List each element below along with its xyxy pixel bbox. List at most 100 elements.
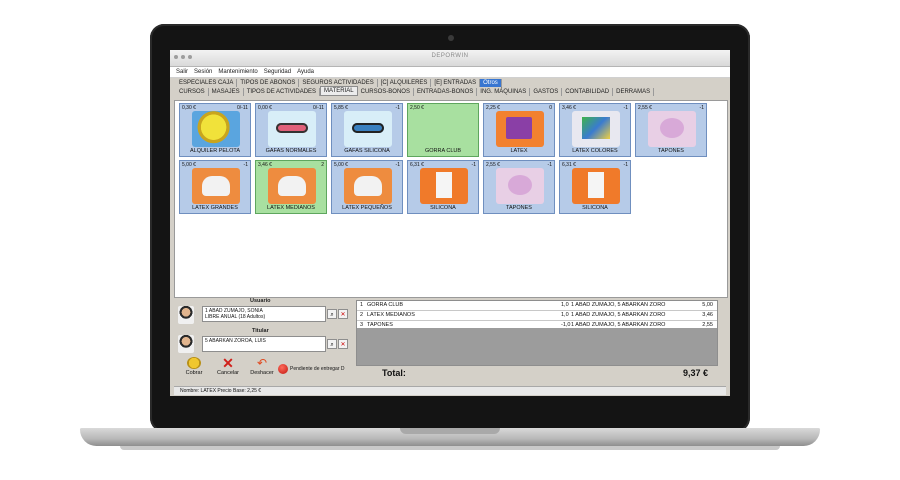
tab-item[interactable]: ESPECIALES CAJA — [176, 79, 238, 87]
product-grid: 0,30 €0/-11 ALQUILER PELOTA 0,00 €0/-11 GAF… — [174, 100, 728, 298]
blue-goggles-icon — [344, 111, 392, 147]
titular-name: 5 ABARKAN ZOROA, LUIS — [205, 338, 266, 344]
clear-titular-button[interactable]: ✕ — [338, 339, 348, 349]
app-window: DEPORWIN Salir Sesión Mantenimiento Segurid… — [170, 50, 730, 396]
product-stock: -1 — [623, 162, 628, 168]
customer-panel: Usuario 1 ABAD ZUMAJO, SONIA LIBRE ANUAL… — [174, 298, 350, 384]
close-icon: ✕ — [340, 342, 346, 348]
camera-icon — [448, 35, 454, 41]
titular-label: Titular — [252, 328, 269, 334]
title-bar: DEPORWIN — [170, 50, 730, 67]
laptop-foot — [120, 446, 780, 450]
menu-item[interactable]: Sesión — [194, 69, 212, 75]
white-cap-icon — [268, 168, 316, 204]
product-name: GORRA CLUB — [424, 148, 462, 154]
usuario-field[interactable]: 1 ABAD ZUMAJO, SONIA LIBRE ANUAL (18 Adu… — [202, 306, 326, 322]
tab-row-1: ESPECIALES CAJA TIPOS DE ABONOS SEGUROS AC… — [170, 78, 730, 87]
product-price: 2,50 € — [410, 105, 424, 111]
product-tile[interactable]: 2,25 €0 LATEX — [483, 103, 555, 157]
product-stock: -1 — [471, 162, 476, 168]
tennis-ball-icon — [192, 111, 240, 147]
pending-toggle[interactable]: Pendiente de entregar D — [278, 364, 344, 374]
product-tile[interactable]: 6,31 € -1 SILICONA — [407, 160, 479, 214]
product-tile[interactable]: 5,00 € -1 LATEX PEQUEÑOS — [331, 160, 403, 214]
cancelar-button[interactable]: ✕ Cancelar — [212, 356, 244, 382]
tab-item[interactable]: DERRAMAS — [613, 88, 655, 96]
tab-item[interactable]: ING. MÁQUINAS — [477, 88, 531, 96]
product-tile[interactable]: 2,50 € GORRA CLUB — [407, 103, 479, 157]
search-icon: ⌕ — [330, 312, 334, 318]
tab-item[interactable]: ENTRADAS-BONOS — [414, 88, 478, 96]
tab-item[interactable]: CONTABILIDAD — [562, 88, 614, 96]
titular-avatar — [178, 335, 194, 353]
product-stock: 0/-11 — [312, 105, 324, 111]
tab-item[interactable]: TIPOS DE ABONOS — [237, 79, 300, 87]
tab-item[interactable]: Otros — [480, 79, 502, 87]
product-name: LATEX COLORES — [572, 148, 618, 154]
menu-item[interactable]: Salir — [176, 69, 188, 75]
tab-item[interactable]: MASAJES — [209, 88, 244, 96]
ticket-name: GORRA CLUB — [367, 302, 404, 308]
product-name: LATEX MEDIANOS — [267, 205, 315, 211]
total-label: Total: — [382, 368, 406, 378]
product-tile[interactable]: 3,46 € -1 LATEX COLORES — [559, 103, 631, 157]
search-user-button[interactable]: ⌕ — [327, 309, 337, 319]
ticket-row[interactable]: 1 GORRA CLUB 1,0 1 ABAD ZUMAJO, 5 ABARKAN Z… — [357, 301, 717, 311]
search-titular-button[interactable]: ⌕ — [327, 339, 337, 349]
search-icon: ⌕ — [330, 342, 334, 348]
user-avatar — [178, 306, 194, 324]
tab-item[interactable]: CURSOS-BONOS — [358, 88, 414, 96]
product-stock: -1 — [395, 105, 400, 111]
product-stock: 2 — [321, 162, 324, 168]
tab-item[interactable]: MATERIAL — [320, 86, 358, 96]
close-icon: ✕ — [340, 312, 346, 318]
ticket-amount: 3,46 — [702, 312, 713, 318]
product-name: SILICONA — [582, 205, 608, 211]
product-name: LATEX GRANDES — [192, 205, 238, 211]
ticket-name: LATEX MEDIANOS — [367, 312, 415, 318]
status-bar: Nombre: LATEX Precio Base: 2,25 € — [174, 386, 726, 395]
tab-item[interactable]: CURSOS — [176, 88, 209, 96]
product-tile[interactable]: 2,55 € -1 TAPONES — [635, 103, 707, 157]
white-cap-icon — [192, 168, 240, 204]
checkout-area: Usuario 1 ABAD ZUMAJO, SONIA LIBRE ANUAL… — [174, 298, 726, 384]
deshacer-label: Deshacer — [250, 370, 274, 376]
product-tile[interactable]: 2,55 € -1 TAPONES — [483, 160, 555, 214]
product-tile[interactable]: 5,00 € -1 LATEX GRANDES — [179, 160, 251, 214]
product-tile[interactable]: 0,30 €0/-11 ALQUILER PELOTA — [179, 103, 251, 157]
earplugs-icon — [648, 111, 696, 147]
menu-item[interactable]: Seguridad — [264, 69, 291, 75]
pink-goggles-icon — [268, 111, 316, 147]
deshacer-button[interactable]: ↶ Deshacer — [246, 356, 278, 382]
product-tile[interactable]: 6,31 € -1 SILICONA — [559, 160, 631, 214]
product-tile[interactable]: 0,00 €0/-11 GAFAS NORMALES — [255, 103, 327, 157]
product-name: LATEX — [510, 148, 528, 154]
tab-item[interactable]: [C] ALQUILERES — [378, 79, 432, 87]
menu-item[interactable]: Ayuda — [297, 69, 314, 75]
tab-item[interactable]: GASTOS — [530, 88, 563, 96]
ticket-qty: 1,0 — [561, 312, 569, 318]
ticket-row[interactable]: 2 LATEX MEDIANOS 1,0 1 ABAD ZUMAJO, 5 ABARK… — [357, 311, 717, 321]
product-name: SILICONA — [430, 205, 456, 211]
tab-item[interactable]: TIPOS DE ACTIVIDADES — [244, 88, 321, 96]
menu-bar: Salir Sesión Mantenimiento Seguridad Ayuda — [170, 67, 730, 78]
menu-item[interactable]: Mantenimiento — [218, 69, 257, 75]
clear-user-button[interactable]: ✕ — [338, 309, 348, 319]
ticket-user: 1 ABAD ZUMAJO, 5 ABARKAN ZORO — [571, 302, 666, 308]
product-stock: -1 — [547, 162, 552, 168]
product-tile[interactable]: 5,85 € -1 GAFAS SILICONA — [331, 103, 403, 157]
product-name: TAPONES — [658, 148, 684, 154]
ticket-n: 1 — [360, 302, 364, 308]
cobrar-button[interactable]: Cobrar — [178, 356, 210, 382]
ticket-qty: 1,0 — [561, 302, 569, 308]
total-value: 9,37 € — [682, 368, 708, 378]
latex-colors-icon — [572, 111, 620, 147]
earplugs-icon — [496, 168, 544, 204]
coins-icon — [187, 357, 201, 369]
titular-field[interactable]: 5 ABARKAN ZOROA, LUIS — [202, 336, 326, 352]
tab-item[interactable]: [E] ENTRADAS — [431, 79, 481, 87]
white-cap-icon — [344, 168, 392, 204]
product-tile[interactable]: 3,46 €2 LATEX MEDIANOS — [255, 160, 327, 214]
ticket-amount: 5,00 — [702, 302, 713, 308]
laptop-notch — [400, 428, 500, 434]
